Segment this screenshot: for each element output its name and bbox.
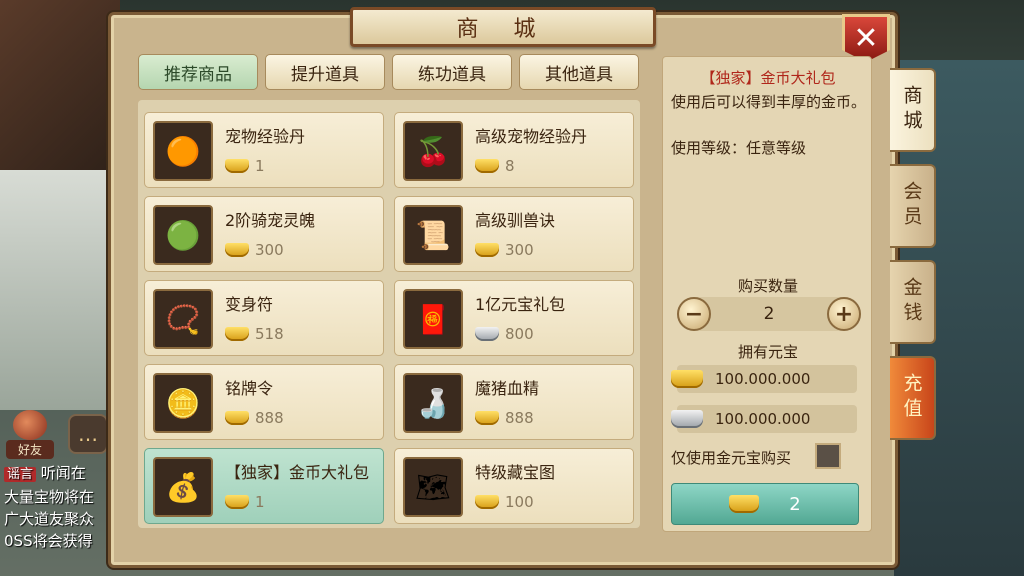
- item-name: 变身符: [225, 295, 274, 314]
- item-name: 1亿元宝礼包: [475, 295, 566, 314]
- item-card[interactable]: 🍶 魔猪血精 888: [394, 364, 634, 440]
- side-tab-shop[interactable]: 商城: [890, 68, 936, 152]
- chat-log: 谣言 听闻在 大量宝物将在 广大道友聚众 0SS将会获得: [4, 462, 114, 552]
- gold-ingot-icon: [225, 159, 249, 173]
- orbs-icon: 🟠: [153, 121, 213, 181]
- side-tab-vip[interactable]: 会员: [890, 164, 936, 248]
- gold-only-label: 仅使用金元宝购买: [671, 449, 792, 467]
- map-icon: 🗺: [403, 457, 463, 517]
- gold-ingot-icon: [225, 327, 249, 341]
- item-price: 888: [225, 409, 284, 427]
- gold-ingot-icon: [225, 243, 249, 257]
- chat-bubble-icon: …: [78, 422, 98, 446]
- tab-recommended[interactable]: 推荐商品: [138, 54, 258, 90]
- talisman-icon: 📿: [153, 289, 213, 349]
- item-name: 【独家】金币大礼包: [225, 463, 370, 482]
- item-price: 100: [475, 493, 534, 511]
- gold-ingot-icon: [475, 243, 499, 257]
- item-price: 518: [225, 325, 284, 343]
- token-icon: 🪙: [153, 373, 213, 433]
- item-price: 1: [225, 157, 265, 175]
- item-name: 铭牌令: [225, 379, 274, 398]
- item-card[interactable]: 🧧 1亿元宝礼包 800: [394, 280, 634, 356]
- gold-ingot-icon: [225, 495, 249, 509]
- silver-ingot-icon: [475, 327, 499, 341]
- side-tab-recharge[interactable]: 充值: [890, 356, 936, 440]
- item-card[interactable]: 📿 变身符 518: [144, 280, 384, 356]
- green-orb-icon: 🟢: [153, 205, 213, 265]
- item-card[interactable]: 🪙 铭牌令 888: [144, 364, 384, 440]
- item-price: 800: [475, 325, 534, 343]
- gold-balance-value: 100.000.000: [715, 370, 811, 388]
- chat-line: 广大道友聚众: [4, 510, 95, 528]
- background-roof: [0, 0, 120, 180]
- close-icon: ✕: [853, 20, 879, 56]
- item-card[interactable]: 🍒 高级宠物经验丹 8: [394, 112, 634, 188]
- gold-ingot-add-icon: [671, 370, 703, 388]
- item-card[interactable]: 📜 高级驯兽诀 300: [394, 196, 634, 272]
- quantity-label: 购买数量: [737, 277, 798, 295]
- buy-button[interactable]: 2: [671, 483, 859, 525]
- detail-description: 使用后可以得到丰厚的金币。: [671, 93, 867, 111]
- chat-line: 大量宝物将在: [4, 488, 95, 506]
- decrease-button[interactable]: −: [677, 297, 711, 331]
- item-name: 宠物经验丹: [225, 127, 306, 146]
- chat-line: 0SS将会获得: [4, 532, 93, 550]
- item-name: 魔猪血精: [475, 379, 540, 398]
- item-grid: 🟠 宠物经验丹 1 🍒 高级宠物经验丹 8 🟢 2阶骑宠灵魄 300 📜 高级驯…: [138, 100, 640, 528]
- side-tab-money[interactable]: 金钱: [890, 260, 936, 344]
- gold-ingot-icon: [475, 411, 499, 425]
- silver-balance-value: 100.000.000: [715, 410, 811, 428]
- silver-balance: 100.000.000: [671, 405, 857, 433]
- increase-button[interactable]: +: [827, 297, 861, 331]
- coins-icon: 💰: [153, 457, 213, 517]
- detail-level: 使用等级：任意等级: [671, 139, 807, 157]
- item-card[interactable]: 🗺 特级藏宝图 100: [394, 448, 634, 524]
- owned-label: 拥有元宝: [737, 343, 798, 361]
- berries-icon: 🍒: [403, 121, 463, 181]
- item-price: 300: [475, 241, 534, 259]
- item-price: 888: [475, 409, 534, 427]
- bottle-icon: 🍶: [403, 373, 463, 433]
- item-detail-panel: 【独家】金币大礼包 使用后可以得到丰厚的金币。 使用等级：任意等级 购买数量 −…: [662, 56, 872, 532]
- item-card[interactable]: 🟠 宠物经验丹 1: [144, 112, 384, 188]
- buy-total: 2: [789, 493, 801, 515]
- background-snow: [0, 170, 120, 410]
- red-envelope-icon: 🧧: [403, 289, 463, 349]
- gold-ingot-icon: [475, 159, 499, 173]
- tab-other[interactable]: 其他道具: [519, 54, 639, 90]
- friend-label: 好友: [6, 440, 54, 459]
- item-card[interactable]: 🟢 2阶骑宠灵魄 300: [144, 196, 384, 272]
- item-card-selected[interactable]: 💰 【独家】金币大礼包 1: [144, 448, 384, 524]
- gold-ingot-icon: [475, 495, 499, 509]
- plus-icon: +: [834, 301, 854, 327]
- gold-ingot-icon: [225, 411, 249, 425]
- scroll-icon: 📜: [403, 205, 463, 265]
- friend-icon: [13, 410, 47, 440]
- gold-ingot-icon: [729, 495, 760, 513]
- item-price: 8: [475, 157, 515, 175]
- quantity-value[interactable]: 2: [711, 297, 827, 331]
- shop-title: 商 城: [350, 7, 656, 47]
- tab-upgrade[interactable]: 提升道具: [265, 54, 385, 90]
- item-name: 特级藏宝图: [475, 463, 556, 482]
- item-name: 高级宠物经验丹: [475, 127, 588, 146]
- chat-line: 谣言 听闻在: [4, 462, 114, 486]
- gold-balance[interactable]: 100.000.000: [671, 365, 857, 393]
- chat-button[interactable]: …: [68, 414, 108, 454]
- minus-icon: −: [684, 301, 704, 327]
- item-price: 1: [225, 493, 265, 511]
- quantity-stepper: − 2 +: [677, 297, 861, 331]
- item-price: 300: [225, 241, 284, 259]
- tab-training[interactable]: 练功道具: [392, 54, 512, 90]
- gold-only-checkbox[interactable]: [815, 443, 841, 469]
- detail-title: 【独家】金币大礼包: [700, 69, 836, 87]
- silver-ingot-icon: [671, 410, 703, 428]
- item-name: 2阶骑宠灵魄: [225, 211, 316, 230]
- item-name: 高级驯兽诀: [475, 211, 556, 230]
- rumor-tag: 谣言: [4, 467, 37, 482]
- friend-button[interactable]: 好友: [6, 410, 54, 459]
